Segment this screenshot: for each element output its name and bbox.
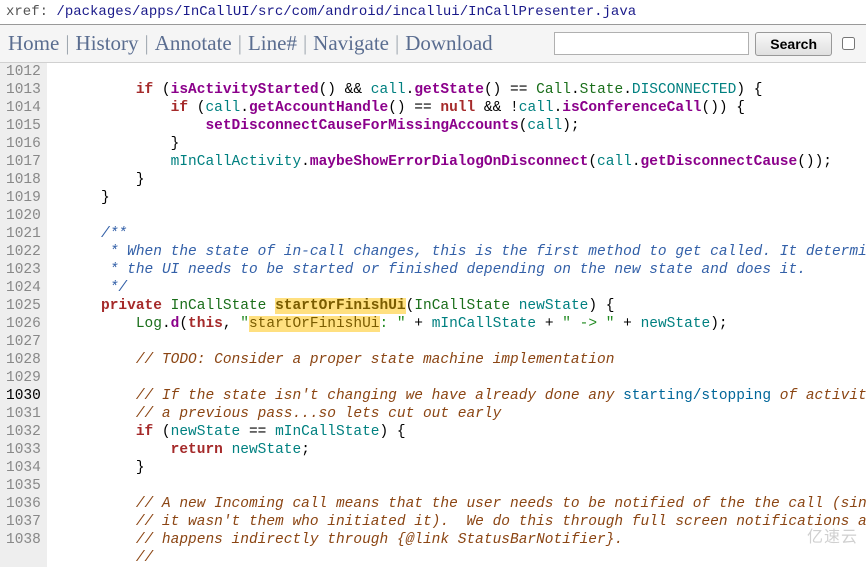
home-link[interactable]: Home <box>8 31 59 56</box>
search-input[interactable] <box>554 32 749 55</box>
separator: | <box>238 31 242 56</box>
code-line: return newState; <box>49 442 310 458</box>
line-number[interactable]: 1027 <box>6 333 41 351</box>
history-link[interactable]: History <box>76 31 139 56</box>
search-button[interactable]: Search <box>755 32 832 56</box>
line-number[interactable]: 1037 <box>6 513 41 531</box>
code-line: if (call.getAccountHandle() == null && !… <box>49 100 745 116</box>
separator: | <box>303 31 307 56</box>
line-number[interactable]: 1021 <box>6 225 41 243</box>
line-number[interactable]: 1016 <box>6 135 41 153</box>
code-line: mInCallActivity.maybeShowErrorDialogOnDi… <box>49 154 832 170</box>
line-number[interactable]: 1014 <box>6 99 41 117</box>
separator: | <box>395 31 399 56</box>
code-line: // If the state isn't changing we have a… <box>49 388 866 404</box>
separator: | <box>65 31 69 56</box>
line-number[interactable]: 1034 <box>6 459 41 477</box>
line-number[interactable]: 1015 <box>6 117 41 135</box>
code-line: } <box>49 460 145 476</box>
line-number[interactable]: 1020 <box>6 207 41 225</box>
line-number[interactable]: 1022 <box>6 243 41 261</box>
xref-path[interactable]: /packages/apps/InCallUI/src/com/android/… <box>56 4 636 20</box>
line-number[interactable]: 1026 <box>6 315 41 333</box>
code-line: // A new Incoming call means that the us… <box>49 496 866 512</box>
code-line: } <box>49 172 145 188</box>
code-line: * the UI needs to be started or finished… <box>49 262 806 278</box>
code-line: // it wasn't them who initiated it). We … <box>49 514 866 530</box>
line-number[interactable]: 1013 <box>6 81 41 99</box>
code-line: */ <box>49 280 127 296</box>
source-code[interactable]: if (isActivityStarted() && call.getState… <box>47 63 866 567</box>
code-line: setDisconnectCauseForMissingAccounts(cal… <box>49 118 580 134</box>
download-link[interactable]: Download <box>405 31 493 56</box>
line-number[interactable]: 1030 <box>6 387 41 405</box>
line-link[interactable]: Line# <box>248 31 297 56</box>
line-number[interactable]: 1031 <box>6 405 41 423</box>
code-line: if (isActivityStarted() && call.getState… <box>49 82 763 98</box>
line-number[interactable]: 1024 <box>6 279 41 297</box>
line-number[interactable]: 1018 <box>6 171 41 189</box>
code-viewer: 1012101310141015101610171018101910201021… <box>0 63 866 567</box>
code-line: } <box>49 190 110 206</box>
line-number[interactable]: 1023 <box>6 261 41 279</box>
code-line: } <box>49 136 180 152</box>
code-line: * When the state of in-call changes, thi… <box>49 244 866 260</box>
toolbar: Home | History | Annotate | Line# | Navi… <box>0 25 866 63</box>
code-line: // <box>49 550 153 566</box>
annotate-link[interactable]: Annotate <box>155 31 232 56</box>
line-number[interactable]: 1033 <box>6 441 41 459</box>
xref-label: xref: <box>6 4 56 20</box>
code-line: /** <box>49 226 127 242</box>
line-number[interactable]: 1032 <box>6 423 41 441</box>
line-number[interactable]: 1029 <box>6 369 41 387</box>
separator: | <box>145 31 149 56</box>
line-number[interactable]: 1028 <box>6 351 41 369</box>
line-number[interactable]: 1035 <box>6 477 41 495</box>
line-number[interactable]: 1012 <box>6 63 41 81</box>
navigate-link[interactable]: Navigate <box>313 31 389 56</box>
code-line: // a previous pass...so lets cut out ear… <box>49 406 501 422</box>
xref-breadcrumb: xref: /packages/apps/InCallUI/src/com/an… <box>0 0 866 25</box>
line-number-gutter[interactable]: 1012101310141015101610171018101910201021… <box>0 63 47 567</box>
search-checkbox[interactable] <box>842 37 855 50</box>
line-number[interactable]: 1019 <box>6 189 41 207</box>
line-number[interactable]: 1038 <box>6 531 41 549</box>
code-line: // happens indirectly through {@link Sta… <box>49 532 623 548</box>
code-line: Log.d(this, "startOrFinishUi: " + mInCal… <box>49 316 728 332</box>
line-number[interactable]: 1025 <box>6 297 41 315</box>
code-line: private InCallState startOrFinishUi(InCa… <box>49 298 615 314</box>
code-line: // TODO: Consider a proper state machine… <box>49 352 615 368</box>
line-number[interactable]: 1036 <box>6 495 41 513</box>
code-line: if (newState == mInCallState) { <box>49 424 406 440</box>
line-number[interactable]: 1017 <box>6 153 41 171</box>
